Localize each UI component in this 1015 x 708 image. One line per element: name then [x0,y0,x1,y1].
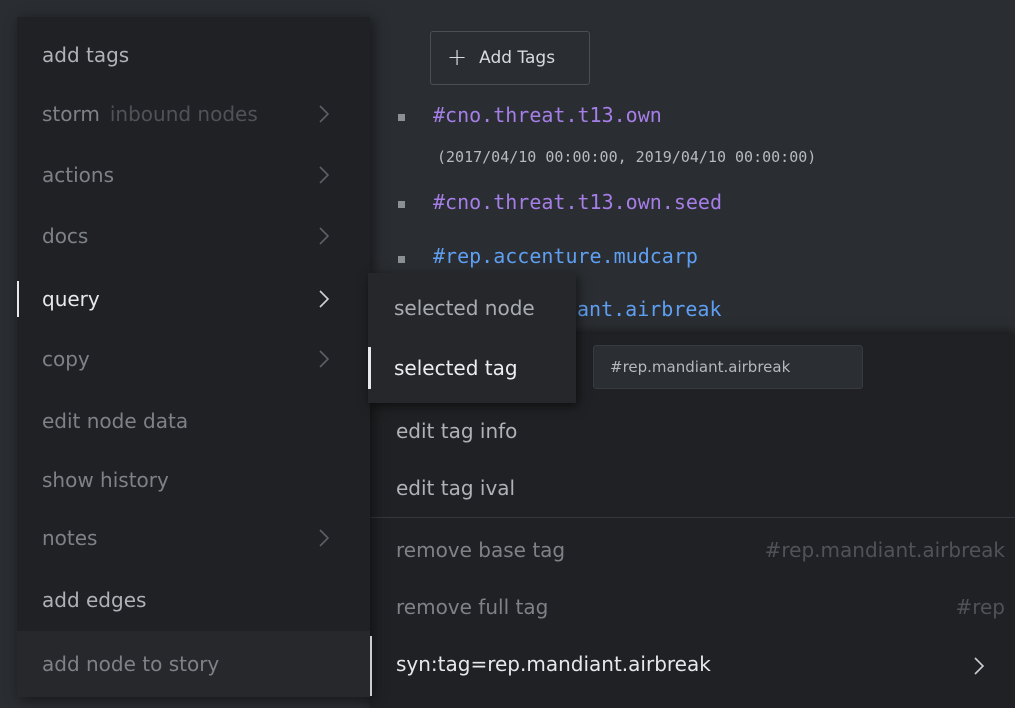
submenu-item-label: selected node [394,296,535,320]
menu-item-edit-node-data[interactable]: edit node data [17,393,370,449]
menu-item-label: show history [42,468,169,492]
add-tags-label: Add Tags [479,48,556,68]
syn-tag-item[interactable]: syn:tag=rep.mandiant.airbreak [396,652,711,676]
menu-item-query[interactable]: query [17,271,370,327]
submenu-item-selected-node[interactable]: selected node [368,279,576,337]
menu-item-label: copy [42,347,90,371]
menu-item-add-node-to-story[interactable]: add node to story [17,631,370,697]
menu-item-label: actions [42,163,114,187]
menu-item-label: edit node data [42,409,189,433]
remove-full-tag-hint: #rep [955,595,1005,619]
chevron-right-icon [319,105,330,123]
node-context-menu: add tags storm inbound nodes actions doc… [17,17,370,697]
tag-bullet [398,114,405,121]
submenu-item-label: selected tag [394,356,518,380]
chevron-right-icon [974,657,985,675]
menu-item-label: docs [42,224,89,248]
edit-tag-ival-item[interactable]: edit tag ival [396,476,515,500]
menu-item-add-tags[interactable]: add tags [17,27,370,83]
tag-item[interactable]: #cno.threat.t13.own [433,103,662,127]
menu-item-storm[interactable]: storm inbound nodes [17,86,370,142]
menu-item-label: add node to story [42,652,220,676]
menu-item-label: add tags [42,43,130,67]
tooltip-text: #rep.mandiant.airbreak [610,358,791,376]
selection-indicator [370,636,372,696]
menu-item-add-edges[interactable]: add edges [17,572,370,628]
menu-item-label: storm [42,102,100,126]
submenu-item-selected-tag[interactable]: selected tag [368,339,576,397]
menu-item-label: query [42,287,100,311]
query-submenu: selected node selected tag [368,273,576,403]
tag-bullet [398,256,405,263]
tag-ival: (2017/04/10 00:00:00, 2019/04/10 00:00:0… [437,148,817,166]
tag-item[interactable]: #cno.threat.t13.own.seed [433,190,722,214]
remove-full-tag-item[interactable]: remove full tag [396,595,548,619]
tag-item[interactable]: ant.airbreak [577,297,722,321]
tag-item[interactable]: #rep.accenture.mudcarp [433,244,698,268]
chevron-right-icon [319,227,330,245]
menu-item-docs[interactable]: docs [17,208,370,264]
menu-item-copy[interactable]: copy [17,331,370,387]
chevron-right-icon [319,529,330,547]
remove-base-tag-hint: #rep.mandiant.airbreak [764,538,1005,562]
menu-item-notes[interactable]: notes [17,510,370,566]
menu-item-actions[interactable]: actions [17,147,370,203]
edit-tag-info-item[interactable]: edit tag info [396,419,517,443]
tag-bullet [398,201,405,208]
chevron-right-icon [319,166,330,184]
add-tags-button[interactable]: + Add Tags [430,31,590,85]
remove-base-tag-item[interactable]: remove base tag [396,538,565,562]
menu-item-sublabel: inbound nodes [109,102,258,126]
chevron-right-icon [319,350,330,368]
plus-icon: + [447,43,468,71]
menu-divider [370,517,1015,518]
menu-item-show-history[interactable]: show history [17,452,370,508]
selected-tag-tooltip: #rep.mandiant.airbreak [593,345,863,389]
chevron-right-icon [319,290,330,308]
menu-item-label: notes [42,526,98,550]
menu-item-label: add edges [42,588,147,612]
